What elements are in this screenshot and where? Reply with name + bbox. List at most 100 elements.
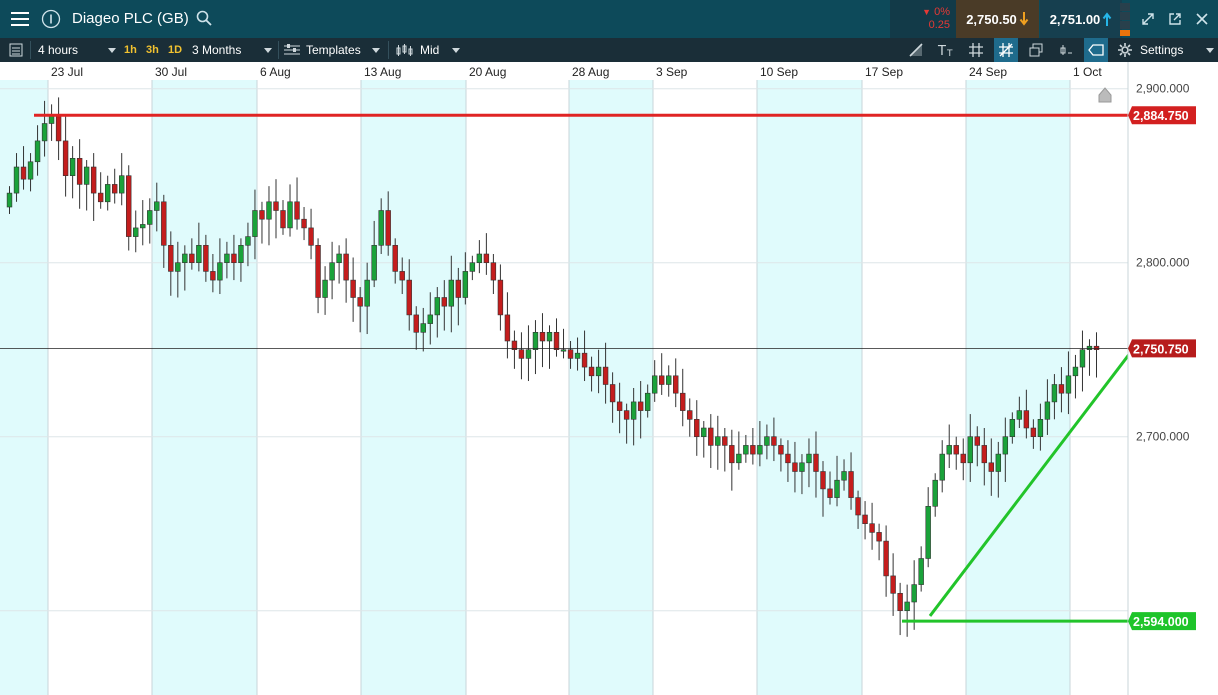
candle[interactable] — [680, 368, 686, 427]
candle[interactable] — [483, 233, 490, 275]
candle[interactable] — [329, 241, 335, 300]
candle[interactable] — [953, 436, 959, 470]
candle[interactable] — [932, 473, 938, 517]
candle[interactable] — [876, 523, 882, 561]
candle[interactable] — [133, 210, 139, 253]
candle[interactable] — [76, 139, 83, 209]
candle[interactable] — [62, 116, 69, 197]
candle[interactable] — [476, 240, 483, 274]
candle[interactable] — [869, 502, 875, 550]
candle[interactable] — [111, 168, 118, 204]
candle[interactable] — [925, 487, 931, 568]
candle[interactable] — [1086, 339, 1093, 376]
candle[interactable] — [883, 525, 889, 597]
popout-icon[interactable] — [1162, 0, 1188, 38]
close-icon[interactable] — [1188, 0, 1216, 38]
candle[interactable] — [890, 553, 896, 616]
candle[interactable] — [946, 424, 952, 469]
candle[interactable] — [104, 175, 111, 211]
interval-dropdown[interactable]: 4 hours — [38, 38, 116, 62]
search-icon[interactable] — [196, 10, 212, 26]
candle[interactable] — [1072, 354, 1079, 399]
instrument-title[interactable]: Diageo PLC (GB) — [72, 10, 189, 27]
layers-icon[interactable] — [1024, 38, 1048, 62]
candle[interactable] — [322, 266, 328, 315]
candle[interactable] — [1079, 330, 1086, 392]
candle[interactable] — [97, 172, 104, 209]
candle[interactable] — [350, 257, 356, 322]
candle[interactable] — [701, 421, 707, 458]
price-tag-icon[interactable] — [1084, 38, 1108, 62]
sell-button[interactable]: 2,750.50 — [956, 0, 1039, 38]
candle[interactable] — [140, 200, 146, 246]
candle[interactable] — [280, 200, 286, 235]
price-chart[interactable]: 23 Jul 30 Jul 6 Aug 13 Aug 20 Aug 28 Aug 3 Sep… — [0, 62, 1218, 695]
candle[interactable] — [658, 353, 665, 395]
candle[interactable] — [750, 428, 756, 465]
candle[interactable] — [69, 146, 76, 199]
candle[interactable] — [126, 165, 132, 251]
candle[interactable] — [315, 238, 321, 314]
candle[interactable] — [743, 434, 749, 463]
hamburger-menu-icon[interactable] — [4, 0, 36, 38]
candle[interactable] — [294, 177, 300, 230]
candle[interactable] — [715, 415, 721, 470]
candle[interactable] — [266, 186, 272, 246]
candle[interactable] — [301, 207, 307, 241]
candle[interactable] — [147, 198, 153, 244]
candle[interactable] — [694, 400, 700, 456]
quick-3h-button[interactable]: 3h — [146, 38, 159, 62]
quick-1d-button[interactable]: 1D — [168, 38, 182, 62]
price-type-dropdown[interactable]: Mid — [396, 38, 460, 62]
candle[interactable] — [490, 254, 497, 295]
candle[interactable] — [736, 431, 742, 470]
candle[interactable] — [90, 153, 97, 221]
expand-icon[interactable] — [1134, 0, 1162, 38]
info-icon[interactable] — [38, 0, 64, 38]
candle[interactable] — [687, 398, 693, 437]
resistance-price-tag[interactable]: 2,884.750 — [1128, 106, 1196, 125]
grid-icon[interactable] — [964, 38, 988, 62]
candle[interactable] — [1093, 332, 1100, 378]
buy-button[interactable]: 2,751.00 — [1040, 0, 1122, 38]
candle[interactable] — [518, 332, 525, 380]
home-icon[interactable] — [1098, 87, 1112, 103]
candle[interactable] — [308, 208, 314, 260]
candle[interactable] — [729, 429, 735, 491]
candle[interactable] — [273, 179, 279, 239]
candle[interactable] — [708, 414, 714, 469]
crosshair-grid-icon[interactable] — [994, 38, 1018, 62]
candle[interactable] — [287, 184, 293, 237]
candle[interactable] — [532, 320, 539, 375]
candle[interactable] — [673, 358, 679, 408]
quick-1h-button[interactable]: 1h — [124, 38, 137, 62]
candle[interactable] — [722, 428, 728, 472]
candle[interactable] — [862, 501, 868, 540]
chart-canvas[interactable]: 23 Jul 30 Jul 6 Aug 13 Aug 20 Aug 28 Aug 3 Sep… — [0, 62, 1218, 695]
text-tool-icon[interactable]: TT — [934, 38, 958, 62]
candle[interactable] — [525, 325, 532, 382]
range-dropdown[interactable]: 3 Months — [192, 38, 272, 62]
candle[interactable] — [336, 245, 342, 284]
draw-line-icon[interactable] — [904, 38, 928, 62]
candle[interactable] — [666, 365, 672, 397]
candle[interactable] — [939, 440, 945, 493]
indicator-icon[interactable] — [1054, 38, 1078, 62]
candle[interactable] — [469, 255, 476, 281]
candle[interactable] — [897, 582, 903, 636]
candle[interactable] — [511, 330, 518, 369]
candle[interactable] — [539, 313, 546, 368]
candle[interactable] — [55, 97, 62, 161]
candle[interactable] — [918, 546, 924, 592]
support-price-tag[interactable]: 2,594.000 — [1128, 612, 1196, 631]
templates-dropdown[interactable]: Templates — [284, 38, 380, 62]
candle[interactable] — [546, 325, 553, 369]
candle[interactable] — [904, 584, 910, 637]
candle[interactable] — [83, 160, 90, 211]
candle[interactable] — [119, 153, 125, 206]
candle[interactable] — [960, 438, 966, 481]
candle[interactable] — [911, 560, 917, 630]
candle[interactable] — [259, 201, 265, 244]
candle[interactable] — [553, 318, 560, 357]
candle[interactable] — [497, 264, 504, 331]
